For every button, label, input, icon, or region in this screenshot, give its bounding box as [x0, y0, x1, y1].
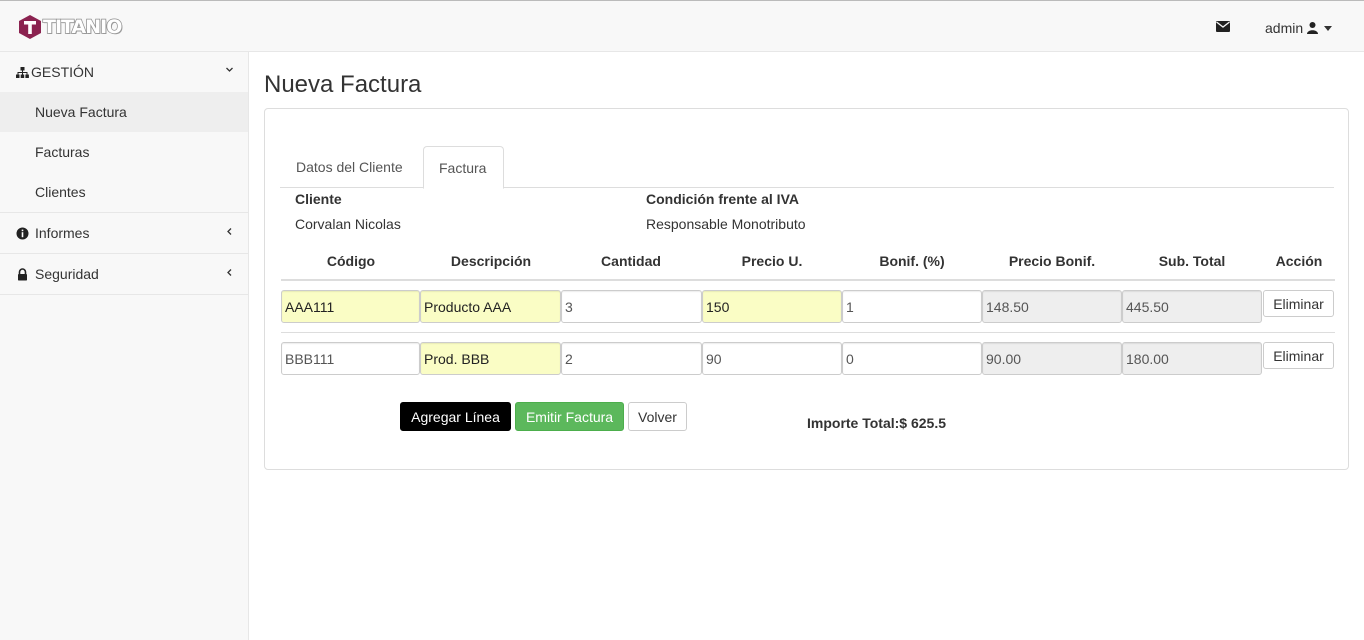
column-header-subtotal: Sub. Total	[1158, 253, 1226, 269]
sidebar-item-label: Facturas	[35, 144, 90, 160]
bonif-input[interactable]	[842, 290, 982, 323]
descripcion-input[interactable]	[420, 342, 561, 375]
volver-button[interactable]: Volver	[628, 402, 687, 431]
sidebar-section-label: Informes	[35, 225, 90, 241]
cliente-label: Cliente	[295, 191, 342, 207]
chevron-left-icon	[227, 269, 232, 276]
column-header-cantidad: Cantidad	[601, 253, 661, 269]
invoice-panel: Datos del Cliente Factura Cliente Corval…	[264, 108, 1349, 470]
column-header-accion: Acción	[1275, 253, 1323, 269]
info-circle-icon	[16, 227, 29, 240]
precio-bonif-field	[982, 342, 1122, 375]
page-title: Nueva Factura	[264, 71, 422, 98]
user-menu-toggle[interactable]: admin	[1265, 19, 1333, 37]
caret-down-icon	[1324, 25, 1333, 31]
sidebar-item-clientes[interactable]: Clientes	[0, 172, 248, 212]
logo-mark-icon	[19, 15, 41, 39]
codigo-input[interactable]	[281, 290, 420, 323]
lock-icon	[18, 268, 27, 281]
codigo-input[interactable]	[281, 342, 420, 375]
column-header-codigo: Código	[326, 253, 376, 269]
user-name: admin	[1265, 20, 1304, 36]
sidebar-section-label: Seguridad	[35, 266, 99, 282]
sidebar-section-seguridad[interactable]: Seguridad	[0, 254, 248, 295]
column-header-bonif: Bonif. (%)	[879, 253, 945, 269]
iva-value: Responsable Monotributo	[646, 216, 806, 232]
sidebar-item-facturas[interactable]: Facturas	[0, 132, 248, 172]
sidebar: GESTIÓN Nueva Factura Facturas Clientes …	[0, 52, 249, 640]
sidebar-section-gestion[interactable]: GESTIÓN	[0, 52, 248, 92]
tab-datos-cliente[interactable]: Datos del Cliente	[280, 146, 419, 188]
bonif-input[interactable]	[842, 342, 982, 375]
subtotal-field	[1122, 290, 1262, 323]
envelope-icon[interactable]	[1216, 21, 1230, 32]
table-row: Eliminar	[281, 281, 1335, 332]
brand-logo[interactable]: TITANIO	[18, 13, 123, 41]
cantidad-input[interactable]	[561, 342, 702, 375]
cliente-value: Corvalan Nicolas	[295, 216, 401, 232]
agregar-linea-button[interactable]: Agregar Línea	[400, 402, 511, 431]
column-header-precio-bonif: Precio Bonif.	[1008, 253, 1096, 269]
column-header-precio: Precio U.	[741, 253, 803, 269]
chevron-down-icon	[226, 67, 233, 72]
sidebar-section-label: GESTIÓN	[31, 64, 95, 80]
cantidad-input[interactable]	[561, 290, 702, 323]
emitir-factura-button[interactable]: Emitir Factura	[515, 402, 624, 431]
sidebar-item-label: Clientes	[35, 184, 86, 200]
tab-bar: Datos del Cliente Factura	[280, 146, 1334, 189]
top-navbar: TITANIO admin	[0, 0, 1364, 52]
eliminar-button[interactable]: Eliminar	[1263, 290, 1334, 317]
precio-input[interactable]	[702, 290, 842, 323]
descripcion-input[interactable]	[420, 290, 561, 323]
sidebar-group-gestion: GESTIÓN Nueva Factura Facturas Clientes	[0, 52, 248, 213]
sitemap-icon	[16, 67, 29, 78]
table-header: Código Descripción Cantidad Precio U. Bo…	[281, 253, 1335, 281]
precio-input[interactable]	[702, 342, 842, 375]
sidebar-item-nueva-factura[interactable]: Nueva Factura	[0, 92, 248, 132]
user-icon	[1307, 22, 1319, 34]
eliminar-button[interactable]: Eliminar	[1263, 342, 1334, 369]
chevron-left-icon	[227, 228, 232, 235]
sidebar-item-label: Nueva Factura	[35, 104, 127, 120]
tab-factura[interactable]: Factura	[423, 146, 504, 189]
subtotal-field	[1122, 342, 1262, 375]
table-row: Eliminar	[281, 332, 1335, 383]
iva-label: Condición frente al IVA	[646, 191, 799, 207]
column-header-descripcion: Descripción	[450, 253, 532, 269]
sidebar-section-informes[interactable]: Informes	[0, 213, 248, 254]
brand-name: TITANIO	[42, 15, 123, 39]
precio-bonif-field	[982, 290, 1122, 323]
importe-total: Importe Total:$ 625.5	[807, 415, 947, 431]
